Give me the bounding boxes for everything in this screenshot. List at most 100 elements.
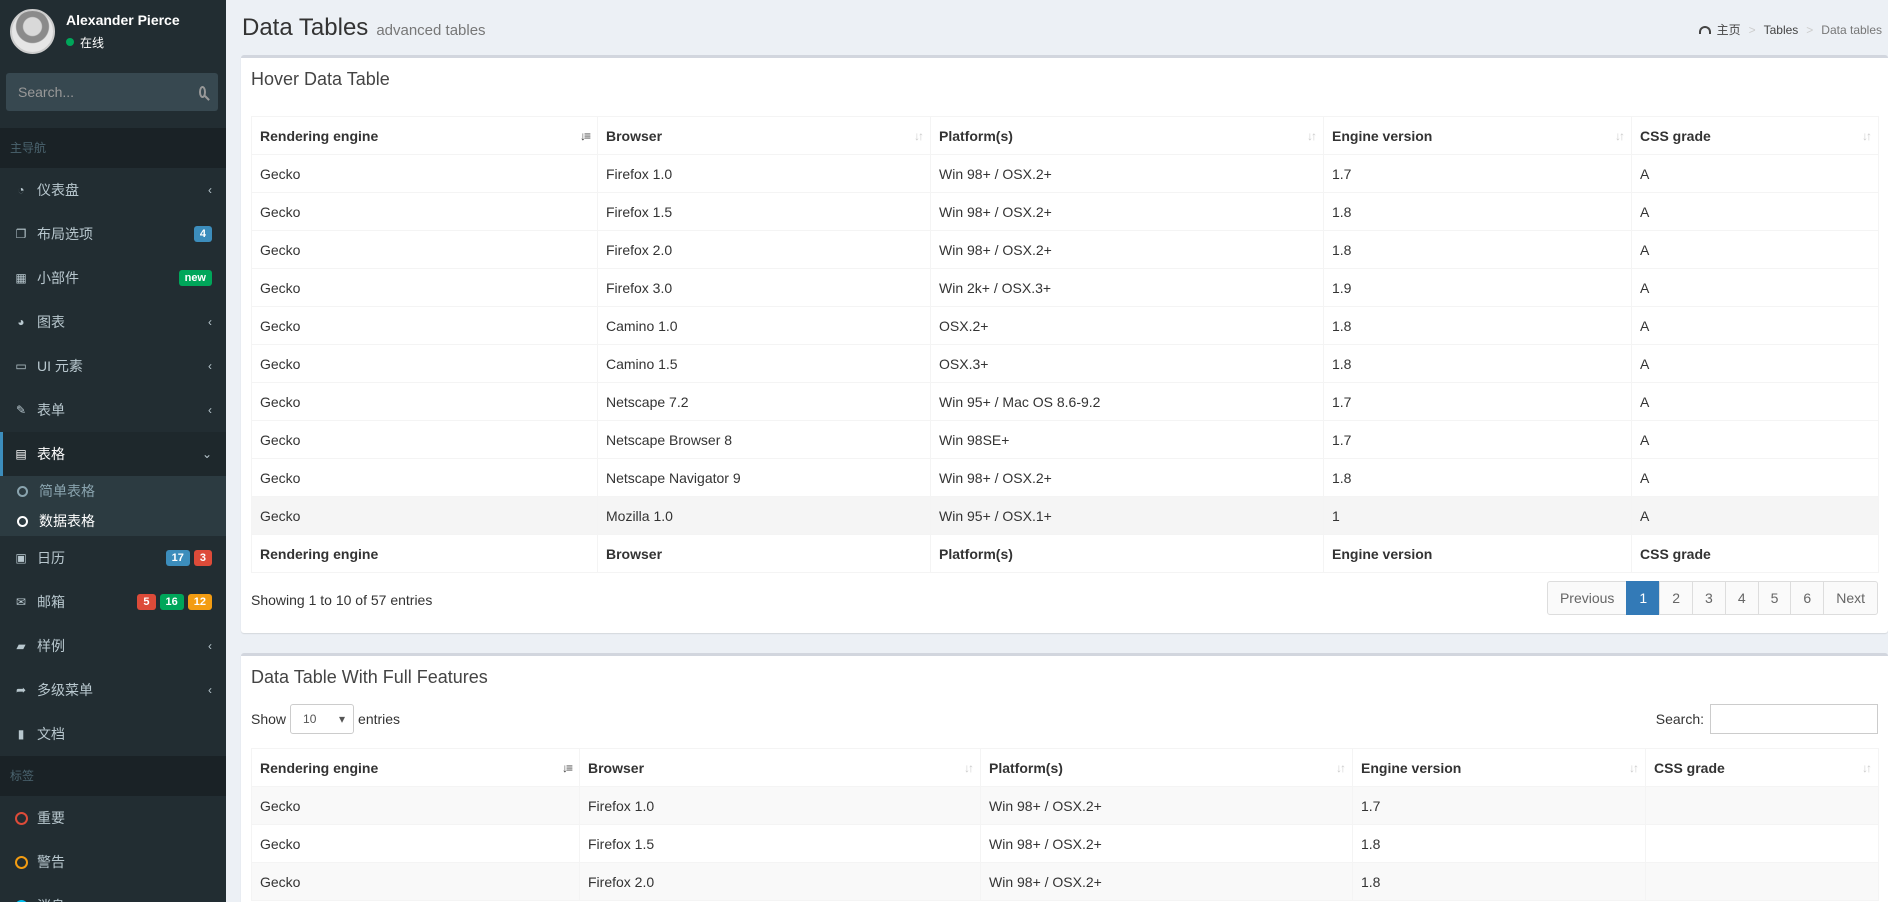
pagination-page-3[interactable]: 3 bbox=[1692, 581, 1726, 615]
sort-icon: ↓↑ bbox=[1862, 128, 1872, 143]
table-cell: Win 98+ / OSX.2+ bbox=[930, 192, 1324, 231]
table-cell: Gecko bbox=[251, 382, 598, 421]
table-cell: 1.8 bbox=[1323, 344, 1632, 383]
widgets-new-badge: new bbox=[178, 270, 212, 286]
table-cell bbox=[1645, 862, 1879, 901]
pagination-previous[interactable]: Previous bbox=[1546, 581, 1628, 615]
column-header[interactable]: Rendering engine ↓≡ bbox=[251, 116, 598, 155]
table-cell: Gecko bbox=[251, 786, 580, 825]
column-header[interactable]: Engine version ↓↑ bbox=[1323, 116, 1632, 155]
table-cell: Win 95+ / Mac OS 8.6-9.2 bbox=[930, 382, 1324, 421]
chevron-left-icon: ‹ bbox=[208, 315, 212, 329]
content-header: Data Tables advanced tables 主页 > Tables >… bbox=[226, 0, 1888, 55]
column-header[interactable]: Browser ↓↑ bbox=[597, 116, 931, 155]
table-search-control: Search: bbox=[1656, 704, 1878, 734]
table-cell: Camino 1.0 bbox=[597, 306, 931, 345]
column-header[interactable]: Browser ↓↑ bbox=[579, 748, 981, 787]
online-dot-icon bbox=[66, 38, 74, 46]
circle-yellow-icon bbox=[14, 855, 28, 869]
table-search-input[interactable] bbox=[1710, 704, 1878, 734]
sidebar-item-multilevel[interactable]: ➦ 多级菜单 ‹ bbox=[0, 668, 226, 712]
sort-icon: ↓↑ bbox=[1336, 760, 1346, 775]
sidebar-item-charts[interactable]: ◕ 图表 ‹ bbox=[0, 300, 226, 344]
submenu-simple-tables[interactable]: 简单表格 bbox=[0, 476, 226, 506]
table-cell: Win 95+ / OSX.1+ bbox=[930, 496, 1324, 535]
table-info: Showing 1 to 10 of 57 entries bbox=[251, 592, 433, 608]
table-cell: 1.8 bbox=[1352, 862, 1646, 901]
share-icon: ➦ bbox=[15, 683, 27, 697]
table-row: Gecko Netscape 7.2 Win 95+ / Mac OS 8.6-9.… bbox=[251, 382, 1879, 421]
entries-length-select[interactable]: 10 ▾ bbox=[290, 704, 355, 734]
sidebar-search-input[interactable] bbox=[18, 84, 199, 100]
sidebar-item-mailbox[interactable]: ✉ 邮箱 5 16 12 bbox=[0, 580, 226, 624]
pagination-page-6[interactable]: 6 bbox=[1790, 581, 1825, 615]
label-warning[interactable]: 警告 bbox=[0, 840, 226, 884]
sort-icon: ↓↑ bbox=[1862, 760, 1872, 775]
column-header[interactable]: Platform(s) ↓↑ bbox=[930, 116, 1324, 155]
table-cell: A bbox=[1631, 154, 1879, 193]
table-row: Gecko Firefox 1.0 Win 98+ / OSX.2+ 1.7 A bbox=[251, 154, 1879, 193]
sidebar-item-forms[interactable]: ✎ 表单 ‹ bbox=[0, 388, 226, 432]
search-icon[interactable] bbox=[199, 86, 206, 98]
user-panel: Alexander Pierce 在线 bbox=[0, 0, 226, 62]
table-cell: Netscape Browser 8 bbox=[597, 420, 931, 459]
table-row: Gecko Camino 1.5 OSX.3+ 1.8 A bbox=[251, 344, 1879, 383]
table-cell: Win 98+ / OSX.2+ bbox=[980, 824, 1353, 863]
sidebar-item-docs[interactable]: ▮ 文档 bbox=[0, 712, 226, 756]
box-title: Data Table With Full Features bbox=[251, 667, 488, 687]
table-cell: OSX.3+ bbox=[930, 344, 1324, 383]
table-cell: Win 98+ / OSX.2+ bbox=[930, 230, 1324, 269]
column-footer: Engine version bbox=[1323, 534, 1632, 573]
table-row: Gecko Firefox 2.0 Win 98+ / OSX.2+ 1.8 A bbox=[251, 230, 1879, 269]
sidebar-item-ui-elements[interactable]: ▭ UI 元素 ‹ bbox=[0, 344, 226, 388]
column-header[interactable]: Rendering engine ↓≡ bbox=[251, 748, 580, 787]
sidebar-item-dashboard[interactable]: ◔ 仪表盘 ‹ bbox=[0, 168, 226, 212]
pagination-next[interactable]: Next bbox=[1823, 581, 1878, 615]
table-cell: Gecko bbox=[251, 306, 598, 345]
sidebar-item-layout[interactable]: ❐ 布局选项 4 bbox=[0, 212, 226, 256]
table-row: Gecko Netscape Navigator 9 Win 98+ / OSX.2… bbox=[251, 458, 1879, 497]
table-cell: 1.8 bbox=[1323, 230, 1632, 269]
pagination-page-5[interactable]: 5 bbox=[1757, 581, 1792, 615]
table-cell: 1.7 bbox=[1323, 382, 1632, 421]
breadcrumb-current: Data tables bbox=[1821, 22, 1882, 37]
table-cell: Mozilla 1.0 bbox=[597, 496, 931, 535]
sidebar-item-calendar[interactable]: ▣ 日历 17 3 bbox=[0, 536, 226, 580]
pagination-page-1[interactable]: 1 bbox=[1626, 581, 1661, 615]
sort-icon: ↓↑ bbox=[964, 760, 974, 775]
column-header[interactable]: CSS grade ↓↑ bbox=[1645, 748, 1879, 787]
user-name: Alexander Pierce bbox=[66, 11, 180, 28]
sidebar-item-examples[interactable]: ▰ 样例 ‹ bbox=[0, 624, 226, 668]
full-features-table-box: Data Table With Full Features Show 10 ▾ e… bbox=[241, 653, 1888, 902]
chevron-left-icon: ‹ bbox=[208, 359, 212, 373]
sidebar: Alexander Pierce 在线 主导航 ◔ 仪表盘 ‹ ❐ 布局选项 4… bbox=[0, 0, 226, 902]
column-header[interactable]: Engine version ↓↑ bbox=[1352, 748, 1646, 787]
sidebar-item-widgets[interactable]: ▦ 小部件 new bbox=[0, 256, 226, 300]
table-cell: A bbox=[1631, 496, 1879, 535]
table-cell bbox=[1645, 824, 1879, 863]
label-important[interactable]: 重要 bbox=[0, 796, 226, 840]
column-footer: Platform(s) bbox=[930, 534, 1324, 573]
column-header[interactable]: Platform(s) ↓↑ bbox=[980, 748, 1353, 787]
column-header[interactable]: CSS grade ↓↑ bbox=[1631, 116, 1879, 155]
submenu-data-tables[interactable]: 数据表格 bbox=[0, 506, 226, 536]
table-cell: Gecko bbox=[251, 230, 598, 269]
table-cell: Win 98+ / OSX.2+ bbox=[930, 154, 1324, 193]
avatar[interactable] bbox=[10, 8, 55, 54]
breadcrumb-home[interactable]: 主页 bbox=[1717, 21, 1741, 38]
table-cell: Camino 1.5 bbox=[597, 344, 931, 383]
table-cell: Win 2k+ / OSX.3+ bbox=[930, 268, 1324, 307]
table-row: Gecko Firefox 1.5 Win 98+ / OSX.2+ 1.8 A bbox=[251, 192, 1879, 231]
menu-header-main: 主导航 bbox=[0, 128, 226, 168]
pagination-page-4[interactable]: 4 bbox=[1724, 581, 1759, 615]
table-row: Gecko Firefox 3.0 Win 2k+ / OSX.3+ 1.9 A bbox=[251, 268, 1879, 307]
pagination-page-2[interactable]: 2 bbox=[1659, 581, 1694, 615]
table-cell: Netscape Navigator 9 bbox=[597, 458, 931, 497]
content-wrapper: Data Tables advanced tables 主页 > Tables >… bbox=[226, 0, 1888, 902]
label-info[interactable]: 消息 bbox=[0, 884, 226, 902]
breadcrumb-tables[interactable]: Tables bbox=[1764, 23, 1799, 37]
table-cell: A bbox=[1631, 420, 1879, 459]
table-cell bbox=[1645, 786, 1879, 825]
sort-asc-icon: ↓≡ bbox=[579, 128, 591, 143]
sidebar-item-tables[interactable]: ▤ 表格 ⌄ bbox=[0, 432, 226, 476]
